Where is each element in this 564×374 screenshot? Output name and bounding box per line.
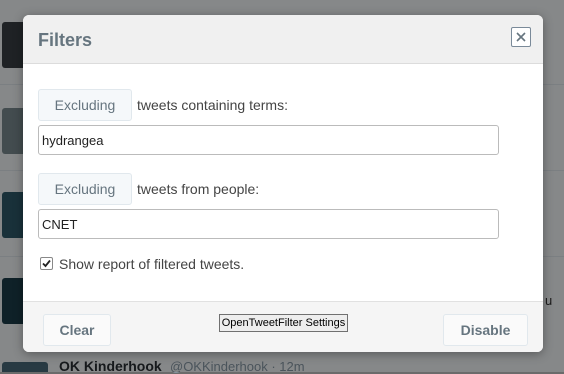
dialog-header: Filters bbox=[23, 15, 543, 64]
terms-caption: tweets containing terms: bbox=[137, 97, 288, 113]
close-button[interactable] bbox=[511, 27, 531, 47]
show-report-checkbox[interactable] bbox=[40, 257, 53, 270]
close-icon bbox=[516, 32, 526, 42]
show-report-label[interactable]: Show report of filtered tweets. bbox=[59, 256, 244, 272]
filters-dialog: Filters Excluding tweets containing term… bbox=[23, 15, 543, 352]
terms-mode-button[interactable]: Excluding bbox=[38, 89, 132, 121]
people-mode-button[interactable]: Excluding bbox=[38, 173, 132, 205]
people-input[interactable] bbox=[38, 209, 499, 239]
dialog-title: Filters bbox=[38, 30, 93, 50]
settings-button[interactable]: OpenTweetFilter Settings bbox=[219, 314, 348, 332]
show-report-checkbox-wrap bbox=[40, 257, 53, 270]
checkmark-icon bbox=[42, 259, 51, 268]
people-caption: tweets from people: bbox=[137, 181, 260, 197]
disable-button[interactable]: Disable bbox=[443, 314, 528, 346]
dialog-footer: Clear OpenTweetFilter Settings Disable bbox=[23, 301, 543, 352]
clear-button[interactable]: Clear bbox=[43, 314, 111, 346]
terms-input[interactable] bbox=[38, 125, 499, 155]
